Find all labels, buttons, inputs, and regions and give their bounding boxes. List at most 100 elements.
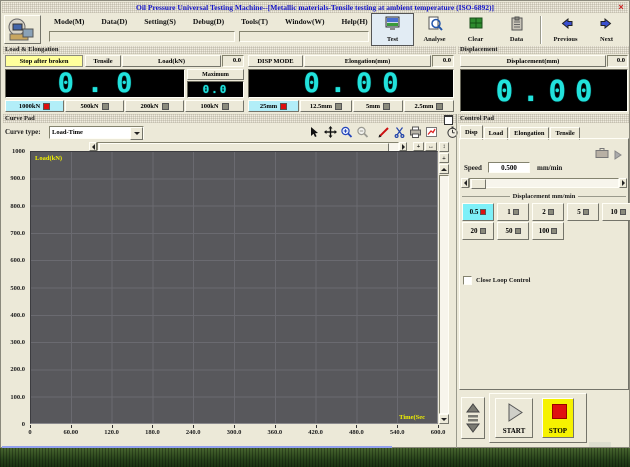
- zoom-out-icon[interactable]: [355, 125, 370, 139]
- zoom-in-icon[interactable]: [339, 125, 354, 139]
- x-tick-mark: [152, 425, 153, 428]
- chart-pan-vertical-button[interactable]: +: [439, 153, 449, 163]
- menu-help[interactable]: Help(H): [338, 15, 370, 29]
- speed-buttons-row2: 20 50 100: [462, 222, 564, 240]
- chart-hscroll-track[interactable]: [97, 142, 399, 151]
- report-icon[interactable]: [424, 125, 439, 139]
- pen-icon[interactable]: [376, 125, 391, 139]
- speed-button-10[interactable]: 10: [602, 203, 630, 221]
- range-label: 25mm: [260, 103, 277, 110]
- speed-input[interactable]: [488, 162, 530, 173]
- speed-button-1[interactable]: 1: [497, 203, 529, 221]
- indicator-on: [280, 103, 287, 110]
- app-logo: [4, 15, 41, 44]
- menu-window[interactable]: Window(W): [282, 15, 327, 29]
- stop-label: STOP: [543, 427, 573, 435]
- speed-slider-right-icon[interactable]: [619, 178, 627, 188]
- printer-icon[interactable]: [408, 125, 423, 139]
- stop-button[interactable]: STOP: [542, 398, 574, 438]
- chart-hscroll-right-icon[interactable]: [399, 142, 407, 151]
- title-bar[interactable]: Oil Pressure Universal Testing Machine--…: [2, 2, 628, 13]
- elong-ranges-2.5mm[interactable]: 2.5mm: [404, 100, 454, 112]
- menu-debug[interactable]: Debug(D): [190, 15, 227, 29]
- run-icon[interactable]: [614, 147, 622, 165]
- toolbar-clear-button[interactable]: Clear: [455, 14, 496, 45]
- elong-ranges-5mm[interactable]: 5mm: [353, 100, 403, 112]
- indicator-off: [515, 228, 521, 234]
- maximize-icon[interactable]: [444, 115, 453, 125]
- x-tick: 120.0: [99, 429, 125, 436]
- close-loop-control[interactable]: Close Loop Control: [463, 276, 530, 285]
- chart-fit-horizontal-button[interactable]: ↔: [425, 142, 437, 151]
- chart-vscroll-down-icon[interactable]: [439, 414, 449, 424]
- scissors-icon[interactable]: [392, 125, 407, 139]
- hold-icon[interactable]: [595, 146, 609, 164]
- chart-vscroll-track[interactable]: [439, 175, 449, 414]
- speed-button-100[interactable]: 100: [532, 222, 564, 240]
- range-label: 5mm: [366, 103, 380, 110]
- x-tick: 600.0: [425, 429, 451, 436]
- chart-vscroll-up-icon[interactable]: [439, 164, 449, 174]
- x-tick-mark: [112, 425, 113, 428]
- speed-button-50[interactable]: 50: [497, 222, 529, 240]
- load-ranges-100kN[interactable]: 100kN: [185, 100, 244, 112]
- range-label: 12.5mm: [310, 103, 332, 110]
- y-tick: 200.0: [1, 366, 25, 373]
- elong-ranges-12.5mm[interactable]: 12.5mm: [300, 100, 352, 112]
- speed-button-20[interactable]: 20: [462, 222, 494, 240]
- clock-icon[interactable]: [445, 125, 460, 139]
- curve-type-select[interactable]: Load-Time: [49, 126, 144, 139]
- indicator-off: [583, 209, 589, 215]
- menu-tools[interactable]: Tools(T): [238, 15, 271, 29]
- speed-slider-track[interactable]: [469, 178, 619, 188]
- close-icon[interactable]: ×: [616, 2, 626, 12]
- speed-button-label: 1: [507, 208, 511, 216]
- chevron-down-icon[interactable]: [130, 127, 143, 140]
- toolbar-separator: [540, 16, 542, 44]
- curve-pad-header: Curve Pad: [3, 114, 456, 123]
- y-tick: 800.0: [1, 203, 25, 210]
- menu-mode[interactable]: Mode(M): [51, 15, 87, 29]
- speed-button-2[interactable]: 2: [532, 203, 564, 221]
- x-tick: 300.0: [221, 429, 247, 436]
- speed-button-5[interactable]: 5: [567, 203, 599, 221]
- toolbar-previous-button[interactable]: Previous: [545, 14, 586, 45]
- stop-square-icon: [552, 404, 567, 419]
- load-ranges-200kN[interactable]: 200kN: [125, 100, 184, 112]
- speed-button-0.5[interactable]: 0.5: [462, 203, 494, 221]
- start-button[interactable]: START: [495, 398, 533, 438]
- load-ranges-500kN[interactable]: 500kN: [65, 100, 124, 112]
- curve-type-value: Load-Time: [52, 129, 83, 136]
- x-tick-mark: [275, 425, 276, 428]
- chart-plot-area[interactable]: Load(kN) Time(Sec: [30, 151, 438, 424]
- desktop-artifact: [589, 442, 611, 447]
- stop-mode-indicator[interactable]: Stop after broken: [5, 55, 83, 67]
- elong-ranges-25mm[interactable]: 25mm: [248, 100, 299, 112]
- toolbar-analyse-button[interactable]: Analyse: [414, 14, 455, 45]
- toolbar-test-button[interactable]: Test: [371, 13, 414, 46]
- jog-button[interactable]: [461, 397, 485, 439]
- speed-slider-thumb[interactable]: [471, 179, 486, 189]
- toolbar-next-button[interactable]: Next: [586, 14, 627, 45]
- machine-logo-icon: [5, 16, 40, 43]
- load-elongation-panel-header: Load & Elongation: [3, 46, 456, 54]
- chart-hscroll-left-icon[interactable]: [89, 142, 97, 151]
- test-type-button[interactable]: Tensile: [85, 55, 121, 67]
- menu-data[interactable]: Data(D): [98, 15, 130, 29]
- toolbar-data-button[interactable]: Data: [496, 14, 537, 45]
- load-ranges-1000kN[interactable]: 1000kN: [5, 100, 64, 112]
- menu-setting[interactable]: Setting(S): [141, 15, 179, 29]
- speed-slider-left-icon[interactable]: [461, 178, 469, 188]
- tool-separator: [440, 132, 444, 133]
- speed-button-label: 50: [506, 227, 513, 235]
- pan-icon[interactable]: [323, 125, 338, 139]
- jog-updown-icon: [465, 402, 481, 434]
- load-elongation-title: Load & Elongation: [5, 46, 58, 54]
- chart-pan-button[interactable]: +: [413, 142, 424, 151]
- chart-fit-vertical-button[interactable]: ↕: [439, 142, 449, 152]
- desktop-wallpaper: [0, 448, 630, 467]
- close-loop-checkbox[interactable]: [463, 276, 472, 285]
- test-icon: [385, 16, 401, 36]
- cursor-icon[interactable]: [307, 125, 322, 139]
- disp-mode-button[interactable]: DISP MODE: [248, 55, 303, 67]
